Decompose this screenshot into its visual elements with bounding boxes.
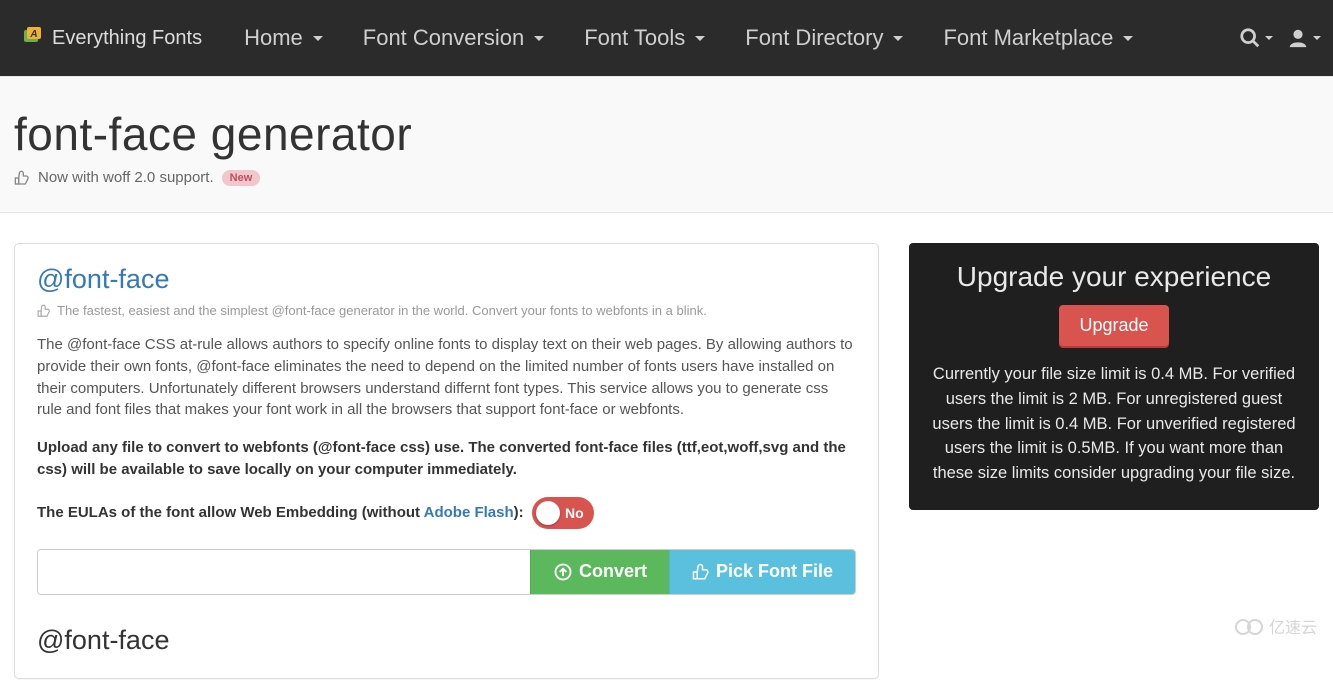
- thumbs-up-icon: [37, 304, 51, 318]
- nav-conversion-label: Font Conversion: [363, 25, 524, 51]
- eula-row: The EULAs of the font allow Web Embeddin…: [37, 497, 856, 529]
- nav-tools-label: Font Tools: [584, 25, 685, 51]
- panel-tagline: The fastest, easiest and the simplest @f…: [57, 303, 707, 318]
- nav-font-directory[interactable]: Font Directory: [725, 25, 923, 51]
- nav-home-label: Home: [244, 25, 303, 51]
- main-column: @font-face The fastest, easiest and the …: [14, 243, 879, 679]
- page-subtitle-row: Now with woff 2.0 support. New: [14, 169, 1319, 186]
- chevron-down-icon: [893, 36, 903, 41]
- chevron-down-icon: [695, 36, 705, 41]
- convert-button-label: Convert: [579, 561, 647, 582]
- nav-directory-label: Font Directory: [745, 25, 883, 51]
- fontface-panel: @font-face The fastest, easiest and the …: [14, 243, 879, 679]
- search-button[interactable]: [1239, 27, 1273, 49]
- eula-post: ):: [514, 504, 524, 521]
- svg-text:A: A: [29, 29, 37, 40]
- brand-text: Everything Fonts: [52, 27, 202, 50]
- toggle-label: No: [565, 505, 584, 521]
- watermark: 亿速云: [1233, 614, 1319, 645]
- pick-file-button[interactable]: Pick Font File: [669, 550, 855, 594]
- brand-link[interactable]: A Everything Fonts: [12, 24, 212, 52]
- lower-heading: @font-face: [37, 625, 856, 656]
- main-container: @font-face The fastest, easiest and the …: [0, 213, 1333, 699]
- chevron-down-icon: [1313, 36, 1321, 40]
- thumbs-up-icon: [14, 170, 30, 186]
- adobe-flash-link[interactable]: Adobe Flash: [424, 504, 514, 521]
- eula-text: The EULAs of the font allow Web Embeddin…: [37, 504, 524, 521]
- sidebar: Upgrade your experience Upgrade Currentl…: [909, 243, 1319, 510]
- panel-description: The @font-face CSS at-rule allows author…: [37, 334, 856, 421]
- upgrade-heading: Upgrade your experience: [931, 261, 1297, 293]
- chevron-down-icon: [1265, 36, 1273, 40]
- pick-file-button-label: Pick Font File: [716, 561, 833, 582]
- panel-tagline-row: The fastest, easiest and the simplest @f…: [37, 303, 856, 318]
- chevron-down-icon: [313, 36, 323, 41]
- page-hero: font-face generator Now with woff 2.0 su…: [0, 76, 1333, 213]
- page-title: font-face generator: [14, 107, 1319, 161]
- upgrade-button[interactable]: Upgrade: [1059, 305, 1168, 346]
- upgrade-panel: Upgrade your experience Upgrade Currentl…: [909, 243, 1319, 510]
- panel-heading: @font-face: [37, 264, 856, 295]
- new-badge: New: [222, 170, 261, 186]
- convert-input-row: Convert Pick Font File: [37, 549, 856, 595]
- page-subtitle: Now with woff 2.0 support.: [38, 169, 214, 186]
- upload-icon: [553, 562, 573, 582]
- upgrade-body: Currently your file size limit is 0.4 MB…: [931, 362, 1297, 486]
- convert-button[interactable]: Convert: [530, 550, 669, 594]
- thumbs-up-icon: [692, 563, 710, 581]
- embedding-toggle[interactable]: No: [532, 497, 594, 529]
- nav-home[interactable]: Home: [224, 25, 343, 51]
- eula-pre: The EULAs of the font allow Web Embeddin…: [37, 504, 424, 521]
- user-icon: [1287, 27, 1309, 49]
- search-icon: [1239, 27, 1261, 49]
- svg-text:亿速云: 亿速云: [1269, 619, 1317, 637]
- brand-logo-icon: A: [22, 24, 44, 52]
- nav-font-tools[interactable]: Font Tools: [564, 25, 725, 51]
- nav-font-conversion[interactable]: Font Conversion: [343, 25, 564, 51]
- navbar: A Everything Fonts Home Font Conversion …: [0, 0, 1333, 76]
- nav-marketplace-label: Font Marketplace: [943, 25, 1113, 51]
- user-menu-button[interactable]: [1287, 27, 1321, 49]
- nav-right: [1239, 27, 1321, 49]
- chevron-down-icon: [1123, 36, 1133, 41]
- font-path-input[interactable]: [38, 550, 530, 594]
- nav-font-marketplace[interactable]: Font Marketplace: [923, 25, 1153, 51]
- panel-upload-note: Upload any file to convert to webfonts (…: [37, 437, 856, 481]
- chevron-down-icon: [534, 36, 544, 41]
- nav-menu: Home Font Conversion Font Tools Font Dir…: [224, 25, 1153, 51]
